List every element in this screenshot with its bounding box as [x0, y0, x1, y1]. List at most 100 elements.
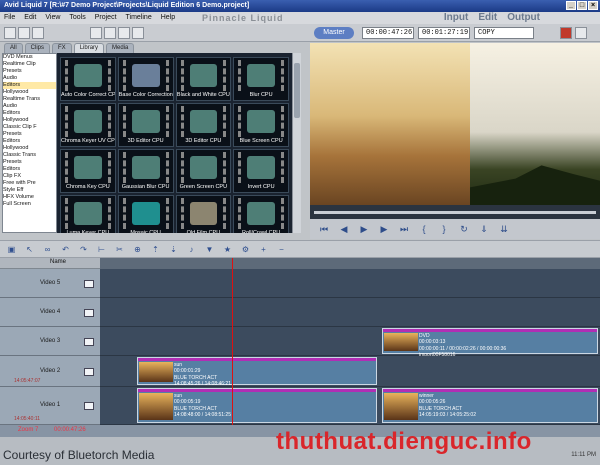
mode-input[interactable]: Input: [444, 12, 468, 24]
maximize-icon[interactable]: □: [577, 1, 587, 10]
track-toggle-icon[interactable]: [84, 280, 94, 289]
track-header[interactable]: Video 4: [0, 298, 100, 327]
track-header[interactable]: Video 2 14:05:47:07: [0, 356, 100, 387]
effect-thumbnail[interactable]: Roll/Crawl CPU: [233, 195, 289, 233]
tree-node[interactable]: Presets: [3, 131, 56, 138]
effect-thumbnail[interactable]: Luma Keyer CPU: [60, 195, 116, 233]
effect-thumbnail[interactable]: Green Screen CPU: [175, 149, 232, 193]
timeline-playhead[interactable]: [232, 258, 233, 428]
audio-icon[interactable]: ♪: [186, 244, 197, 255]
tree-node[interactable]: Classic Clip F: [3, 124, 56, 131]
timecode-in-field[interactable]: 00:00:47:26: [362, 27, 414, 39]
menu-timeline[interactable]: Timeline: [126, 12, 152, 24]
loop-icon[interactable]: ↻: [458, 223, 470, 235]
go-to-end-icon[interactable]: ⏭: [398, 223, 410, 235]
tree-node[interactable]: Presets: [3, 159, 56, 166]
master-button[interactable]: Master: [314, 27, 354, 39]
marker-icon[interactable]: ▼: [204, 244, 215, 255]
trim-tool-icon[interactable]: ⊢: [96, 244, 107, 255]
tree-node[interactable]: Free with Pre: [3, 180, 56, 187]
effect-thumbnail[interactable]: Black and White CPU: [175, 57, 232, 101]
filter-icon[interactable]: [90, 27, 102, 39]
play-icon[interactable]: ▶: [358, 223, 370, 235]
effect-thumbnail[interactable]: Invert CPU: [233, 149, 289, 193]
effect-thumbnail[interactable]: Chroma Key CPU: [60, 149, 116, 193]
track-lane[interactable]: [100, 269, 600, 298]
timeline-clip-sun2[interactable]: sun 00:00:05:19 BLUE TORCH ACT 14:08:48:0…: [137, 388, 377, 423]
settings-icon[interactable]: [575, 27, 587, 39]
track-header[interactable]: Video 5: [0, 269, 100, 298]
effect-thumbnail[interactable]: Auto Color Correct CPU: [60, 57, 116, 101]
scrub-track[interactable]: [314, 211, 596, 214]
new-icon[interactable]: [4, 27, 16, 39]
track-toggle-icon[interactable]: [84, 309, 94, 318]
tree-node[interactable]: Audio: [3, 75, 56, 82]
track-lane[interactable]: sun 00:00:05:19 BLUE TORCH ACT 14:08:48:0…: [100, 387, 600, 425]
track-header[interactable]: Video 3: [0, 327, 100, 356]
track-toggle-icon[interactable]: [84, 338, 94, 347]
effect-thumbnail[interactable]: Base Color Correction: [117, 57, 174, 101]
timeline-clip-dvd[interactable]: DVD 00:00:03:13 00:00:00:11 / 00:00:02:26…: [382, 328, 598, 358]
mode-output[interactable]: Output: [507, 12, 540, 24]
tree-node[interactable]: Realtime Trans: [3, 96, 56, 103]
tree-node[interactable]: Presets: [3, 68, 56, 75]
tree-node[interactable]: Editors: [3, 82, 56, 89]
extract-icon[interactable]: ⇣: [168, 244, 179, 255]
razor-tool-icon[interactable]: ✂: [114, 244, 125, 255]
render-icon[interactable]: ⚙: [240, 244, 251, 255]
tree-node[interactable]: Clip FX: [3, 173, 56, 180]
snap-icon[interactable]: ⊕: [132, 244, 143, 255]
save-icon[interactable]: [32, 27, 44, 39]
track-header[interactable]: Video 1 14:05:40:11: [0, 387, 100, 425]
timeline-clip-sun[interactable]: sun 00:00:01:29 BLUE TORCH ACT 14:08:45:2…: [137, 357, 377, 387]
grid-view-icon[interactable]: [104, 27, 116, 39]
effect-thumbnail[interactable]: Chroma Keyer UV CPU: [60, 103, 116, 147]
effect-thumbnail[interactable]: 3D Editor CPU: [117, 103, 174, 147]
effect-thumbnail[interactable]: 3D Editor CPU: [175, 103, 232, 147]
tree-node[interactable]: Audio: [3, 103, 56, 110]
library-tab-media[interactable]: Media: [106, 43, 135, 53]
track-toggle-icon[interactable]: [84, 401, 94, 410]
close-icon[interactable]: ×: [588, 1, 598, 10]
step-back-icon[interactable]: ◀: [338, 223, 350, 235]
mode-edit[interactable]: Edit: [478, 12, 497, 24]
tree-node[interactable]: HFX Volume: [3, 194, 56, 201]
tree-node[interactable]: Realtime Clip: [3, 61, 56, 68]
tree-node[interactable]: DVD Menus: [3, 54, 56, 61]
overwrite-icon[interactable]: ⇊: [498, 223, 510, 235]
zoom-out-icon[interactable]: −: [276, 244, 287, 255]
tree-node[interactable]: Style Eff: [3, 187, 56, 194]
menu-help[interactable]: Help: [161, 12, 175, 24]
track-lane[interactable]: sun 00:00:01:29 BLUE TORCH ACT 14:08:45:2…: [100, 356, 600, 387]
library-tab-clips[interactable]: Clips: [24, 43, 51, 53]
menu-file[interactable]: File: [4, 12, 15, 24]
list-view-icon[interactable]: [118, 27, 130, 39]
library-tree[interactable]: DVD Menus Realtime Clip Presets Audio Editor…: [2, 53, 57, 233]
link-tool-icon[interactable]: ∞: [42, 244, 53, 255]
effect-thumbnail[interactable]: Blue Screen CPU: [233, 103, 289, 147]
tree-node[interactable]: Full Screen: [3, 201, 56, 208]
select-tool-icon[interactable]: ▣: [6, 244, 17, 255]
tree-node[interactable]: Editors: [3, 110, 56, 117]
timeline-ruler[interactable]: [100, 258, 600, 269]
lift-icon[interactable]: ⇡: [150, 244, 161, 255]
mark-in-icon[interactable]: {: [418, 223, 430, 235]
tree-node[interactable]: Editors: [3, 166, 56, 173]
mark-out-icon[interactable]: }: [438, 223, 450, 235]
undo-icon[interactable]: ↶: [60, 244, 71, 255]
search-icon[interactable]: [132, 27, 144, 39]
track-lane[interactable]: [100, 298, 600, 327]
scrollbar-thumb[interactable]: [294, 63, 300, 118]
library-scrollbar[interactable]: [292, 53, 301, 233]
menu-project[interactable]: Project: [95, 12, 117, 24]
tree-node[interactable]: Hollywood: [3, 89, 56, 96]
effect-thumbnail[interactable]: Mosaic CPU: [117, 195, 174, 233]
tree-node[interactable]: Hollywood: [3, 117, 56, 124]
library-tab-all[interactable]: All: [4, 43, 23, 53]
go-to-start-icon[interactable]: ⏮: [318, 223, 330, 235]
track-toggle-icon[interactable]: [84, 368, 94, 376]
step-forward-icon[interactable]: ▶: [378, 223, 390, 235]
effects-icon[interactable]: ★: [222, 244, 233, 255]
open-icon[interactable]: [18, 27, 30, 39]
effect-thumbnail[interactable]: Blur CPU: [233, 57, 289, 101]
